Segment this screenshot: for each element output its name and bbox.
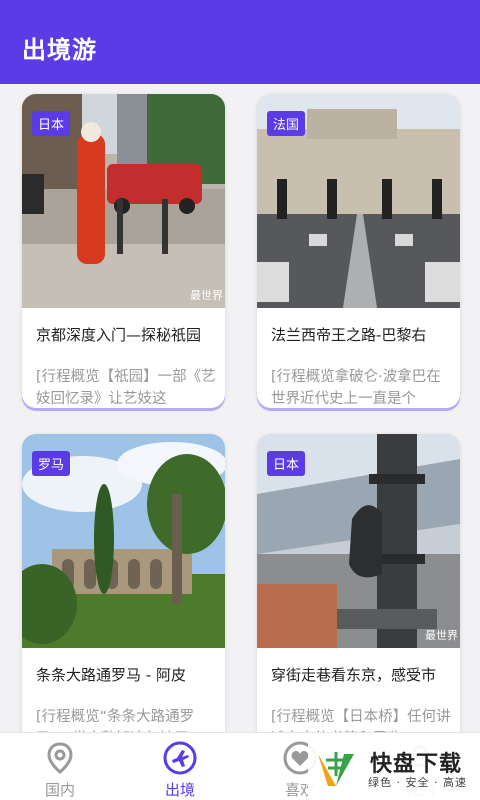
card-title: 穿街走巷看东京，感受市 [271, 666, 437, 684]
location-pin-icon [47, 742, 73, 774]
trip-card-tokyo[interactable]: 最世界 日本 穿街走巷看东京，感受市 [行程概览【日本桥】任何讲述东京的书籍和展… [257, 434, 460, 732]
trip-card-paris[interactable]: 法国 法兰西帝王之路-巴黎右 [行程概览拿破仑·波拿巴在世界近代史上一直是个 [257, 94, 460, 408]
trip-card-rome[interactable]: 罗马 条条大路通罗马 - 阿皮 [行程概览“条条大路通罗马”，世人熟知这句被用 [22, 434, 225, 732]
card-description: [行程概览拿破仑·波拿巴在世界近代史上一直是个 [271, 369, 441, 407]
card-description: [行程概览【日本桥】任何讲述东京的书籍和展览 [271, 709, 451, 732]
watermark-logo-icon [318, 752, 354, 786]
country-tag: 法国 [267, 111, 306, 136]
page-title: 出境游 [22, 36, 97, 64]
tab-outbound[interactable]: 出境 [120, 733, 240, 800]
tab-domestic[interactable]: 国内 [0, 733, 120, 800]
tab-label: 出境 [164, 781, 195, 799]
card-image: 最世界 日本 [257, 434, 460, 648]
card-grid: 最世界 日本 京都深度入门—探秘祇园 [行程概览【祇园】一部《艺妓回忆录》让艺妓… [0, 84, 480, 732]
svg-text:最世界: 最世界 [190, 289, 223, 302]
card-image: 最世界 日本 [22, 94, 225, 308]
airplane-icon [163, 741, 197, 775]
card-description: [行程概览“条条大路通罗马”，世人熟知这句被用 [36, 709, 195, 732]
tab-label: 国内 [44, 781, 75, 799]
card-title: 法兰西帝王之路-巴黎右 [271, 326, 427, 344]
card-description: [行程概览【祇园】一部《艺妓回忆录》让艺妓这 [36, 369, 216, 407]
watermark-subtitle: 绿色 · 安全 · 高速 [368, 776, 467, 789]
country-tag: 日本 [32, 111, 71, 136]
card-title: 京都深度入门—探秘祇园 [36, 326, 202, 344]
trip-card-kyoto[interactable]: 最世界 日本 京都深度入门—探秘祇园 [行程概览【祇园】一部《艺妓回忆录》让艺妓… [22, 94, 225, 408]
watermark-overlay: 快盘下载 绿色 · 安全 · 高速 [308, 742, 480, 800]
card-image: 法国 [257, 94, 460, 308]
card-title: 条条大路通罗马 - 阿皮 [36, 666, 186, 684]
country-tag: 日本 [267, 451, 306, 476]
svg-text:最世界: 最世界 [425, 629, 458, 642]
card-image: 罗马 [22, 434, 225, 648]
country-tag: 罗马 [32, 451, 71, 476]
app-bar: 出境游 [0, 0, 480, 84]
